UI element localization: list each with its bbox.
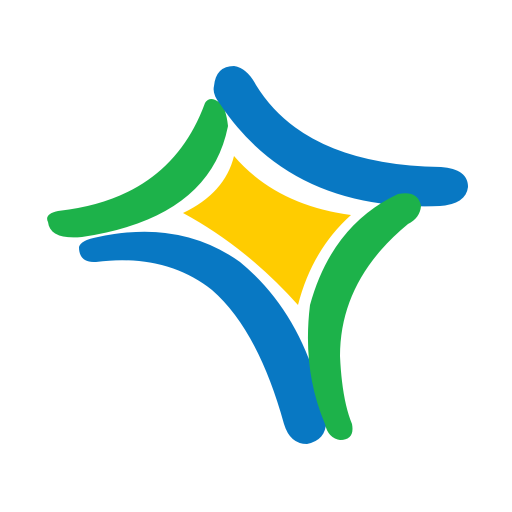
four-point-star-logo [47, 66, 468, 444]
logo-canvas [0, 0, 512, 512]
